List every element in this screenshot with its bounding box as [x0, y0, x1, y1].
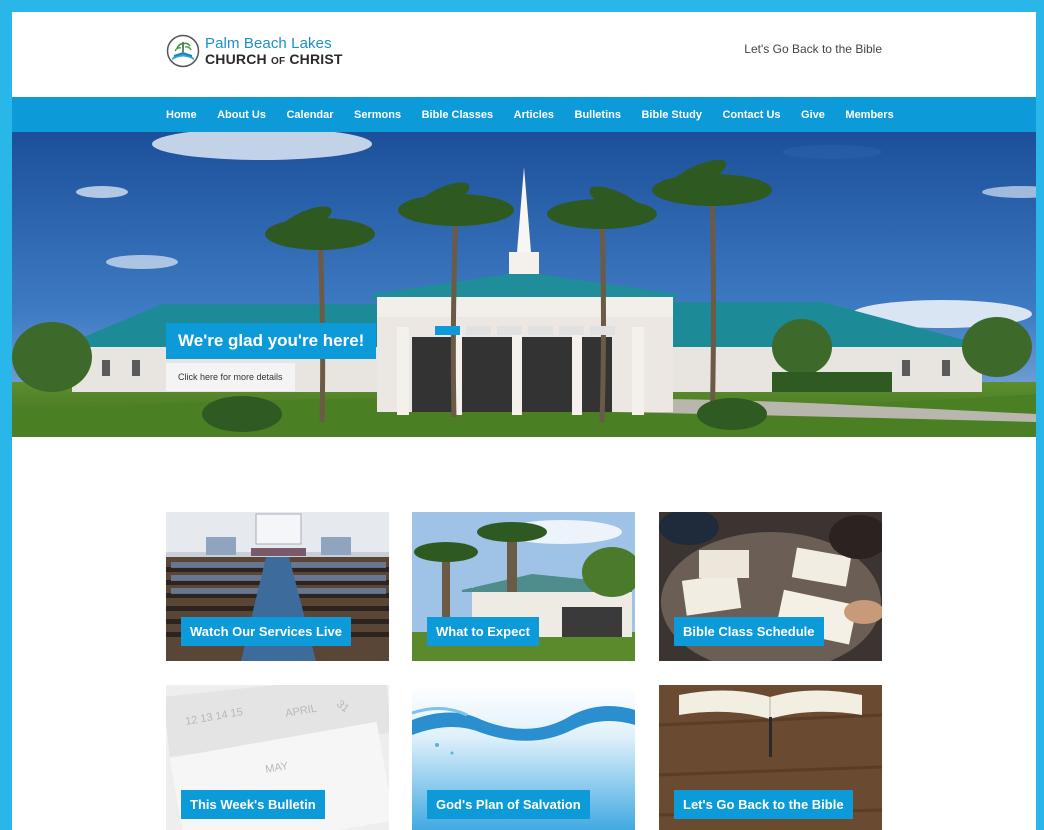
logo-title: Palm Beach Lakes — [205, 34, 332, 52]
nav-item-bible-classes[interactable]: Bible Classes — [422, 109, 494, 121]
tile-label: This Week's Bulletin — [181, 790, 325, 819]
nav-item-contact-us[interactable]: Contact Us — [722, 109, 780, 121]
tile-label: God's Plan of Salvation — [427, 790, 590, 819]
tile-label: Watch Our Services Live — [181, 617, 351, 646]
church-logo-icon — [166, 34, 200, 68]
slider-pagination — [435, 326, 615, 335]
logo-subtitle: CHURCH OF CHRIST — [205, 50, 343, 67]
site-logo[interactable]: Palm Beach Lakes CHURCH OF CHRIST — [166, 34, 343, 68]
header-tagline: Let's Go Back to the Bible — [744, 42, 882, 56]
tile-plan-of-salvation[interactable]: God's Plan of Salvation — [412, 685, 635, 830]
site-header: Palm Beach Lakes CHURCH OF CHRIST Let's … — [12, 12, 1036, 97]
nav-item-home[interactable]: Home — [166, 109, 197, 121]
tile-label: Let's Go Back to the Bible — [674, 790, 853, 819]
nav-item-bulletins[interactable]: Bulletins — [575, 109, 621, 121]
tile-back-to-bible[interactable]: Let's Go Back to the Bible — [659, 685, 882, 830]
tile-label: What to Expect — [427, 617, 539, 646]
page: Palm Beach Lakes CHURCH OF CHRIST Let's … — [12, 12, 1036, 830]
hero-church-image — [12, 132, 1036, 437]
slider-dot-6[interactable] — [590, 326, 615, 335]
slider-dot-5[interactable] — [559, 326, 584, 335]
slider-dot-2[interactable] — [466, 326, 491, 335]
slider-dot-3[interactable] — [497, 326, 522, 335]
nav-item-members[interactable]: Members — [845, 109, 893, 121]
slider-dot-1[interactable] — [435, 326, 460, 335]
tile-bible-class-schedule[interactable]: Bible Class Schedule — [659, 512, 882, 661]
tile-what-to-expect[interactable]: What to Expect — [412, 512, 635, 661]
nav-item-calendar[interactable]: Calendar — [286, 109, 333, 121]
nav-item-give[interactable]: Give — [801, 109, 825, 121]
tile-watch-services[interactable]: Watch Our Services Live — [166, 512, 389, 661]
nav-item-about-us[interactable]: About Us — [217, 109, 266, 121]
main-nav: Home About Us Calendar Sermons Bible Cla… — [12, 97, 1036, 132]
hero-title: We're glad you're here! — [166, 323, 377, 359]
hero-details-button[interactable]: Click here for more details — [166, 363, 295, 391]
nav-item-sermons[interactable]: Sermons — [354, 109, 401, 121]
tile-label: Bible Class Schedule — [674, 617, 824, 646]
hero-slider[interactable]: We're glad you're here! Click here for m… — [12, 132, 1036, 437]
nav-item-bible-study[interactable]: Bible Study — [641, 109, 702, 121]
slider-dot-4[interactable] — [528, 326, 553, 335]
nav-item-articles[interactable]: Articles — [514, 109, 554, 121]
tile-weekly-bulletin[interactable]: 12 13 14 15 APRIL MAY 31 This Week's Bul… — [166, 685, 389, 830]
